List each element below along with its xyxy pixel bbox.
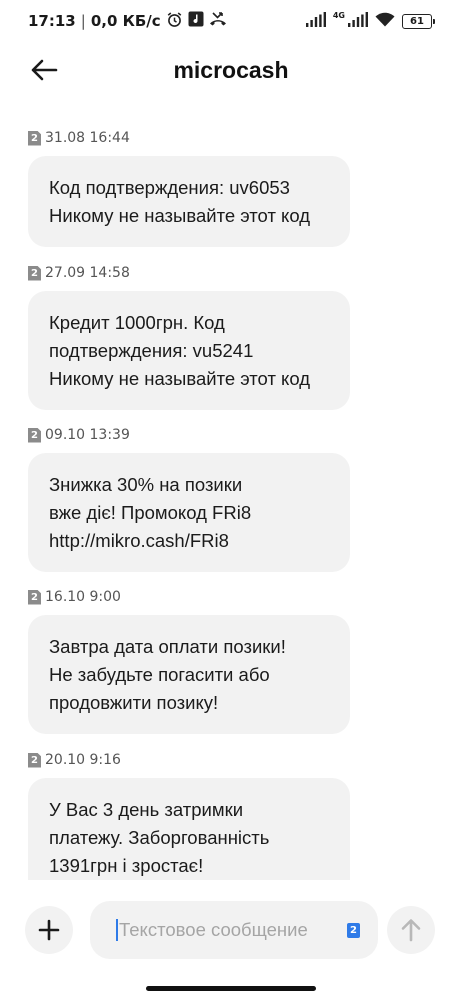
send-button[interactable] (387, 906, 435, 954)
network-type-label: 4G (332, 10, 345, 20)
message-bubble[interactable]: Кредит 1000грн. Код подтверждения: vu524… (28, 291, 350, 410)
back-button[interactable] (30, 55, 70, 85)
message-date: 16.10 9:00 (45, 589, 121, 605)
message-date: 09.10 13:39 (45, 427, 130, 443)
add-attachment-button[interactable] (25, 906, 73, 954)
message-bubble[interactable]: Завтра дата оплати позики! Не забудьте п… (28, 615, 350, 734)
wifi-icon (375, 12, 395, 31)
message-list[interactable]: 2 31.08 16:44 Код подтверждения: uv6053 … (0, 98, 462, 880)
sim-badge: 2 (28, 130, 41, 146)
signal-bars-icon (305, 11, 326, 31)
message-item: 2 20.10 9:16 У Вас 3 день затримки плате… (28, 750, 350, 880)
music-app-icon (188, 11, 204, 31)
message-bubble[interactable]: Код подтверждения: uv6053 Никому не назы… (28, 156, 350, 247)
message-bubble[interactable]: У Вас 3 день затримки платежу. Заборгова… (28, 778, 350, 880)
message-item: 2 16.10 9:00 Завтра дата оплати позики! … (28, 587, 350, 734)
message-date: 31.08 16:44 (45, 130, 130, 146)
message-bubble[interactable]: Знижка 30% на позики вже діє! Промокод F… (28, 453, 350, 572)
status-network-speed: 0,0 КБ/с (90, 12, 161, 30)
message-item: 2 27.09 14:58 Кредит 1000грн. Код подтве… (28, 263, 350, 410)
sim-badge: 2 (28, 752, 41, 768)
sim-badge: 2 (28, 265, 41, 281)
battery-level: 61 (410, 15, 424, 27)
conversation-title: microcash (173, 56, 289, 83)
message-item: 2 09.10 13:39 Знижка 30% на позики вже д… (28, 425, 350, 572)
arrow-up-icon (401, 919, 421, 942)
conversation-header: microcash (0, 42, 462, 98)
sim-select-button[interactable]: 2 (347, 923, 360, 938)
message-input-placeholder: Текстовое сообщение (119, 919, 308, 940)
message-meta: 2 09.10 13:39 (28, 425, 350, 445)
message-meta: 2 16.10 9:00 (28, 587, 350, 607)
signal-bars-4g-icon (348, 11, 368, 31)
sim-badge: 2 (28, 589, 41, 605)
arrow-left-icon (31, 59, 58, 81)
status-left: 17:13 | 0,0 КБ/с (28, 11, 227, 32)
missed-call-icon (209, 11, 227, 31)
message-date: 27.09 14:58 (45, 265, 130, 281)
message-input[interactable]: Текстовое сообщение 2 (90, 901, 378, 959)
message-date: 20.10 9:16 (45, 752, 121, 768)
status-separator: | (80, 12, 86, 30)
battery-icon: 61 (402, 13, 435, 29)
sim-badge: 2 (28, 427, 41, 443)
status-bar: 17:13 | 0,0 КБ/с 4G 61 (0, 0, 462, 42)
home-indicator[interactable] (146, 986, 316, 991)
message-meta: 2 31.08 16:44 (28, 128, 350, 148)
status-right: 4G 61 (305, 10, 435, 31)
message-meta: 2 27.09 14:58 (28, 263, 350, 283)
message-item: 2 31.08 16:44 Код подтверждения: uv6053 … (28, 128, 350, 247)
message-meta: 2 20.10 9:16 (28, 750, 350, 770)
composer-bar: Текстовое сообщение 2 (0, 895, 462, 967)
status-time: 17:13 (28, 12, 76, 30)
text-cursor (116, 919, 118, 941)
alarm-icon (166, 11, 183, 32)
plus-icon (38, 919, 60, 941)
